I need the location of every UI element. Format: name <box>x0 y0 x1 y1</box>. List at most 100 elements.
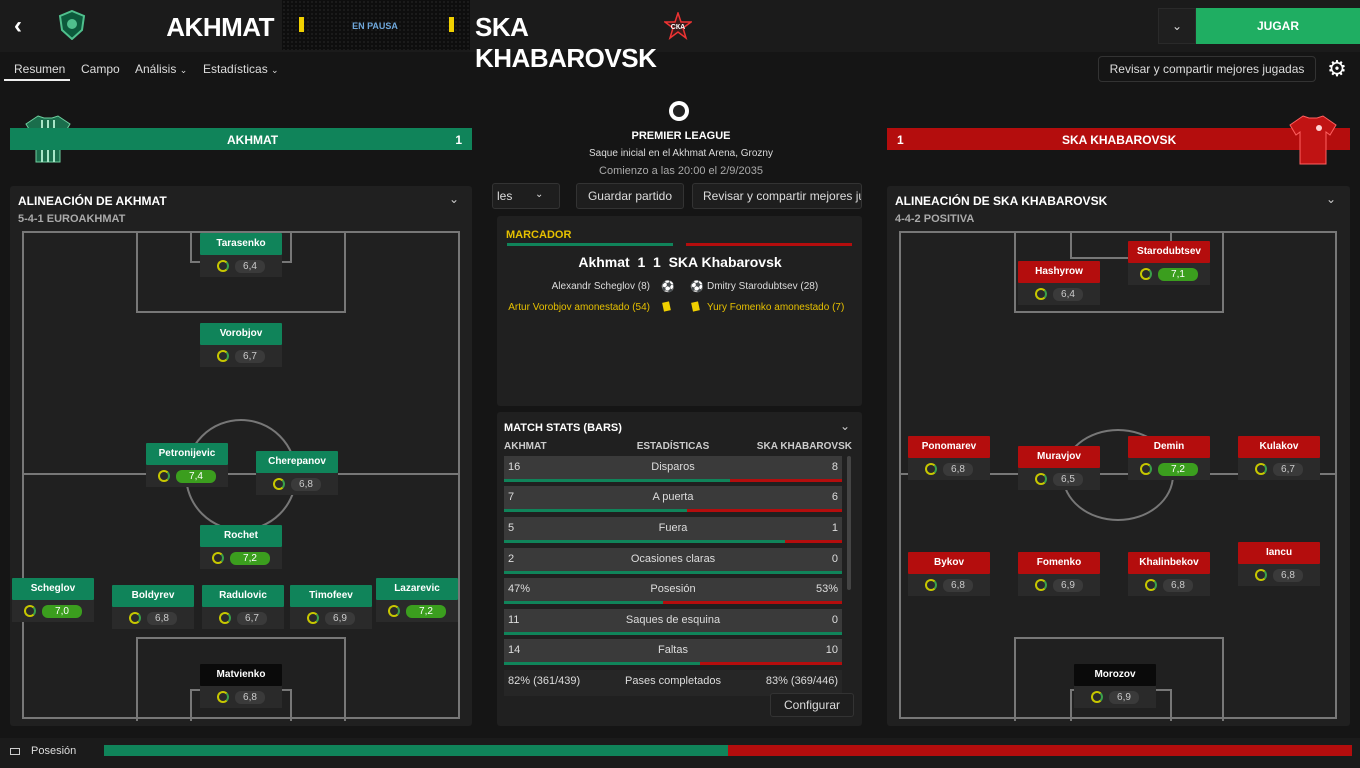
player-rating: 6,8 <box>1273 568 1303 582</box>
player-name: Timofeev <box>290 585 372 607</box>
ball-icon: ⚽ <box>661 281 675 293</box>
player-name: Radulovic <box>202 585 284 607</box>
possession-label: Posesión <box>31 745 77 757</box>
home-player-card[interactable]: Boldyrev 6,8 <box>112 585 194 631</box>
home-player-card[interactable]: Radulovic 6,7 <box>202 585 284 631</box>
player-rating-row: 7,2 <box>1128 458 1210 480</box>
player-rating: 6,8 <box>943 462 973 476</box>
player-rating: 6,5 <box>1053 472 1083 486</box>
view-dropdown[interactable]: les ⌄ <box>492 183 560 209</box>
player-rating-row: 7,4 <box>146 465 228 487</box>
player-rating-row: 6,9 <box>1074 686 1156 708</box>
rating-icon <box>388 605 400 617</box>
player-rating: 6,8 <box>291 477 321 491</box>
stats-scrollbar[interactable] <box>847 456 851 590</box>
player-rating-row: 6,4 <box>1018 283 1100 305</box>
tab-estadisticas-label: Estadísticas <box>203 62 268 76</box>
home-player-card[interactable]: Matvienko 6,8 <box>200 664 282 710</box>
stat-away-value: 1 <box>831 522 838 534</box>
rating-icon <box>217 691 229 703</box>
player-rating-row: 6,4 <box>200 255 282 277</box>
stat-bar-away <box>700 662 842 665</box>
tab-analisis[interactable]: Análisis ⌄ <box>135 62 187 76</box>
player-name: Morozov <box>1074 664 1156 686</box>
review-highlights-button[interactable]: Revisar y compartir mejores jugadas <box>1098 56 1316 82</box>
player-rating-row: 7,2 <box>376 600 458 622</box>
chevron-down-icon: ⌄ <box>271 65 279 75</box>
player-rating: 6,9 <box>325 611 355 625</box>
away-banner-name: SKA KHABAROVSK <box>1062 133 1177 147</box>
player-rating: 7,1 <box>1158 267 1198 281</box>
away-player-card[interactable]: Fomenko 6,9 <box>1018 552 1100 598</box>
home-player-card[interactable]: Lazarevic 7,2 <box>376 578 458 624</box>
chevron-down-icon: ⌄ <box>535 189 544 200</box>
away-player-card[interactable]: Starodubtsev 7,1 <box>1128 241 1210 287</box>
stat-row: 14 Faltas 10 <box>504 639 842 665</box>
away-player-card[interactable]: Muravjov 6,5 <box>1018 446 1100 492</box>
rating-icon <box>212 552 224 564</box>
player-name: Scheglov <box>12 578 94 600</box>
stat-label: Faltas <box>658 644 688 656</box>
stat-bar-away <box>663 601 842 604</box>
configure-button[interactable]: Configurar <box>770 693 854 717</box>
player-rating-row: 6,7 <box>1238 458 1320 480</box>
save-match-button[interactable]: Guardar partido <box>576 183 684 209</box>
chevron-down-icon[interactable]: ⌄ <box>1326 192 1336 206</box>
home-player-card[interactable]: Cherepanov 6,8 <box>256 451 338 497</box>
away-formation: 4-4-2 POSITIVA <box>895 213 975 225</box>
chevron-down-icon[interactable]: ⌄ <box>1158 8 1196 44</box>
league-logo-icon <box>669 101 689 121</box>
stat-away-value: 0 <box>831 614 838 626</box>
chevron-down-icon[interactable]: ⌄ <box>449 192 459 206</box>
player-name: Rochet <box>200 525 282 547</box>
home-player-card[interactable]: Scheglov 7,0 <box>12 578 94 624</box>
home-player-card[interactable]: Petronijevic 7,4 <box>146 443 228 489</box>
scoreboard-title: MARCADOR <box>506 229 572 241</box>
player-name: Ponomarev <box>908 436 990 458</box>
player-name: Boldyrev <box>112 585 194 607</box>
rating-icon <box>1140 463 1152 475</box>
away-player-card[interactable]: Hashyrow 6,4 <box>1018 261 1100 307</box>
tab-analisis-label: Análisis <box>135 62 177 76</box>
tab-campo[interactable]: Campo <box>81 62 120 76</box>
rating-icon <box>925 579 937 591</box>
home-player-card[interactable]: Vorobjov 6,7 <box>200 323 282 369</box>
player-rating-row: 6,8 <box>908 458 990 480</box>
away-player-card[interactable]: Ponomarev 6,8 <box>908 436 990 482</box>
possession-bar-home <box>104 745 728 756</box>
gear-icon[interactable]: ⚙ <box>1324 56 1350 82</box>
player-rating: 7,4 <box>176 469 216 483</box>
club-crest-icon <box>58 10 86 40</box>
view-dropdown-label: les <box>497 189 513 203</box>
away-shirt-icon <box>1289 115 1337 165</box>
play-button[interactable]: JUGAR <box>1196 8 1360 44</box>
tab-resumen[interactable]: Resumen <box>14 62 65 76</box>
back-arrow-icon[interactable]: ‹ <box>14 12 40 40</box>
away-player-card[interactable]: Iancu 6,8 <box>1238 542 1320 588</box>
stat-label: Disparos <box>651 461 695 473</box>
away-player-card[interactable]: Kulakov 6,7 <box>1238 436 1320 482</box>
stat-row: 2 Ocasiones claras 0 <box>504 548 842 574</box>
review-highlights-button-center[interactable]: Revisar y compartir mejores ju <box>692 183 862 209</box>
stat-label: Saques de esquina <box>625 614 721 626</box>
home-formation: 5-4-1 EUROAKHMAT <box>18 213 126 225</box>
rating-icon <box>217 260 229 272</box>
home-player-card[interactable]: Rochet 7,2 <box>200 525 282 571</box>
away-player-card[interactable]: Demin 7,2 <box>1128 436 1210 482</box>
home-player-card[interactable]: Timofeev 6,9 <box>290 585 372 631</box>
away-crest-icon: СКА <box>664 12 692 40</box>
away-banner-score: 1 <box>897 133 904 147</box>
away-player-card[interactable]: Morozov 6,9 <box>1074 664 1156 710</box>
player-rating-row: 6,7 <box>202 607 284 629</box>
away-player-card[interactable]: Khalinbekov 6,8 <box>1128 552 1210 598</box>
tab-estadisticas[interactable]: Estadísticas ⌄ <box>203 62 279 76</box>
stat-row: 7A puerta 6 <box>504 486 842 512</box>
chevron-down-icon[interactable]: ⌄ <box>840 419 850 433</box>
player-name: Lazarevic <box>376 578 458 600</box>
home-color-strip <box>507 243 673 246</box>
home-player-card[interactable]: Tarasenko 6,4 <box>200 233 282 279</box>
away-player-card[interactable]: Bykov 6,8 <box>908 552 990 598</box>
home-team-name: AKHMAT <box>166 12 274 42</box>
player-rating-row: 6,5 <box>1018 468 1100 490</box>
rating-icon <box>1035 473 1047 485</box>
